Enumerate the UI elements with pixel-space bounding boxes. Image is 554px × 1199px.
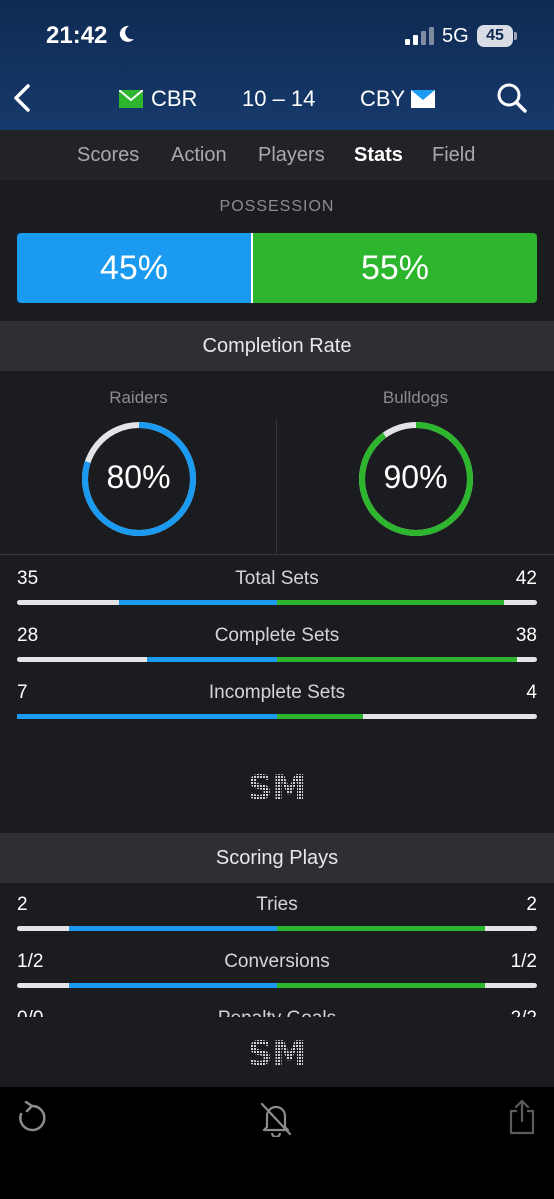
stat-away-value: 2/2 [511,1008,537,1017]
match-score: 10 – 14 [242,86,316,111]
completion-rate-header: Completion Rate [0,321,554,371]
back-chevron-icon[interactable] [10,84,34,112]
home-team-code: CBR [151,86,198,111]
app-header: 21:42 5G 45 CBR 10 – 14 CBY [0,0,554,130]
home-team-name: Raiders [109,388,168,407]
stat-away-value: 38 [515,625,537,646]
stat-label: Penalty Goals [0,1008,554,1017]
stat-bar-away [277,714,364,719]
stat-bar [17,600,537,605]
signal-icon [405,27,434,45]
stat-row-complete-sets: 28 Complete Sets 38 [0,619,554,676]
possession-bar: 45% 55% [17,233,537,303]
notifications-off-icon[interactable] [259,1101,293,1137]
stat-bar-away [277,600,504,605]
tab-stats[interactable]: Stats [354,144,403,167]
away-team[interactable]: CBY [360,86,436,112]
svg-text:SM: SM [248,770,306,802]
stat-label: Total Sets [235,568,319,589]
svg-text:SM: SM [248,1036,306,1068]
stat-label: Complete Sets [214,625,340,646]
network-label: 5G [442,25,469,47]
tab-players[interactable]: Players [258,144,325,167]
share-icon[interactable] [508,1099,536,1135]
stat-row-total-sets: 35 Total Sets 42 [0,562,554,619]
stat-label: Tries [256,894,298,915]
stat-bar-home [146,657,277,662]
stat-row-penalty-goals: 0/0 Penalty Goals 2/2 [0,1002,554,1017]
refresh-icon[interactable] [16,1101,48,1135]
home-team-flag-icon [119,90,143,108]
away-team-flag-icon [411,90,436,108]
search-icon[interactable] [496,82,528,114]
tab-action[interactable]: Action [171,144,227,167]
status-time: 21:42 [46,22,108,49]
possession-home: 45% [17,233,251,303]
stat-bar [17,657,537,662]
stat-label: Incomplete Sets [208,682,346,703]
stat-bar-home [17,714,277,719]
battery-level: 45 [486,27,504,44]
stat-label: Conversions [224,951,330,972]
stat-away-value: 42 [515,568,537,589]
moon-icon [119,25,134,42]
away-team-code: CBY [360,86,406,111]
home-completion: Raiders 80% [0,370,277,555]
scoring-plays-header: Scoring Plays [0,833,554,883]
tab-field[interactable]: Field [432,144,475,167]
stats-content[interactable]: POSSESSION 45% 55% Completion Rate Raide… [0,180,554,1017]
stat-bar-home [69,926,277,931]
stat-bar-home [69,983,277,988]
stat-bar-away [277,926,485,931]
stat-away-value: 4 [526,682,537,703]
away-completion: Bulldogs 90% [277,370,554,555]
tab-scores[interactable]: Scores [77,144,139,167]
away-completion-value: 90% [383,459,448,495]
sm-logo: SM [248,770,306,802]
stat-bar [17,714,537,719]
stat-row-tries: 2 Tries 2 [0,888,554,945]
stat-bar-away [277,657,517,662]
ad-banner[interactable]: SM [0,1017,554,1087]
tab-bar: Scores Action Players Stats Field [0,130,554,180]
stat-away-value: 1/2 [510,951,537,972]
stat-away-value: 2 [526,894,537,915]
stat-bar-away [277,983,485,988]
away-team-name: Bulldogs [382,388,449,407]
home-completion-value: 80% [106,459,171,495]
section-divider [0,554,554,555]
bottom-toolbar [0,1087,554,1199]
stat-bar [17,983,537,988]
home-team[interactable]: CBR [119,86,197,112]
stat-row-conversions: 1/2 Conversions 1/2 [0,945,554,1002]
stat-row-incomplete-sets: 7 Incomplete Sets 4 [0,676,554,733]
stat-bar [17,926,537,931]
battery-icon: 45 [477,25,517,47]
stat-bar-home [119,600,277,605]
possession-away: 55% [253,233,537,303]
sm-logo: SM [248,1036,306,1068]
possession-label: POSSESSION [219,198,335,215]
